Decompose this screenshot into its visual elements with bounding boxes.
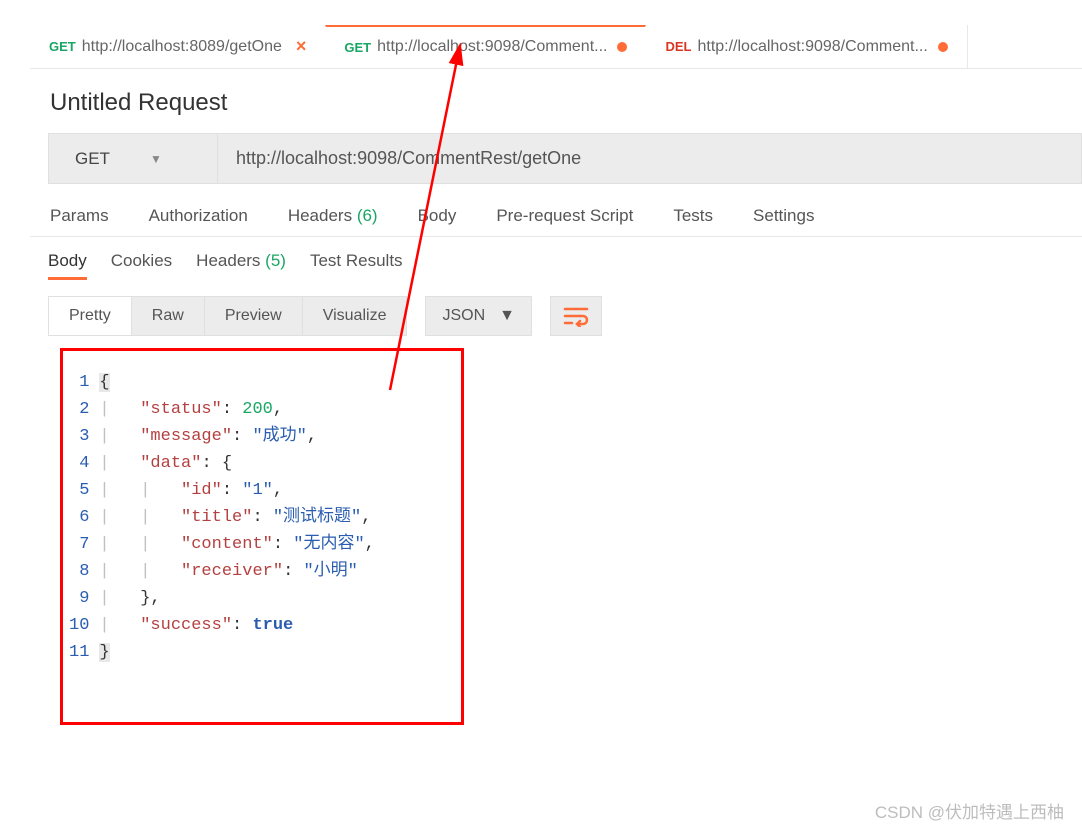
line-num: 8 xyxy=(69,558,89,585)
tab-label: http://localhost:9098/Comment... xyxy=(377,38,607,56)
line-num: 3 xyxy=(69,423,89,450)
format-select[interactable]: JSON ▼ xyxy=(425,296,532,336)
line-num: 7 xyxy=(69,531,89,558)
resp-tab-headers[interactable]: Headers (5) xyxy=(196,251,286,280)
headers-count-badge: (6) xyxy=(357,206,378,225)
unsaved-dot-icon xyxy=(938,42,948,52)
view-preview-button[interactable]: Preview xyxy=(205,297,303,335)
line-num: 4 xyxy=(69,450,89,477)
tab-request-0[interactable]: GET http://localhost:8089/getOne × xyxy=(30,25,325,68)
url-bar: GET ▼ http://localhost:9098/CommentRest/… xyxy=(48,133,1082,184)
format-select-value: JSON xyxy=(442,307,485,325)
wrap-icon xyxy=(563,305,589,327)
line-num: 6 xyxy=(69,504,89,531)
tab-tests[interactable]: Tests xyxy=(673,206,713,226)
line-num: 5 xyxy=(69,477,89,504)
method-select[interactable]: GET ▼ xyxy=(48,133,218,184)
code-content[interactable]: 1 2 3 4 5 6 7 8 9 10 11 { | "status": 20… xyxy=(63,351,461,666)
view-raw-button[interactable]: Raw xyxy=(132,297,205,335)
watermark: CSDN @伏加特遇上西柚 xyxy=(875,798,1064,823)
resp-headers-count-badge: (5) xyxy=(265,251,286,270)
line-num: 1 xyxy=(69,369,89,396)
view-pretty-button[interactable]: Pretty xyxy=(49,297,132,335)
tabs-overflow[interactable] xyxy=(967,25,995,68)
wrap-lines-button[interactable] xyxy=(550,296,602,336)
resp-tab-test-results[interactable]: Test Results xyxy=(310,251,403,280)
chevron-down-icon: ▼ xyxy=(499,307,515,325)
tab-headers-label: Headers xyxy=(288,206,352,225)
method-badge: DEL xyxy=(665,39,691,54)
unsaved-dot-icon xyxy=(617,42,627,52)
response-section-tabs: Body Cookies Headers (5) Test Results xyxy=(30,237,1082,288)
response-body: 1 2 3 4 5 6 7 8 9 10 11 { | "status": 20… xyxy=(60,348,464,725)
tab-params[interactable]: Params xyxy=(50,206,109,226)
tab-prerequest[interactable]: Pre-request Script xyxy=(496,206,633,226)
tab-label: http://localhost:8089/getOne xyxy=(82,38,282,56)
request-section-tabs: Params Authorization Headers (6) Body Pr… xyxy=(30,184,1082,237)
tab-request-1[interactable]: GET http://localhost:9098/Comment... xyxy=(325,25,646,68)
line-num: 11 xyxy=(69,639,89,666)
line-gutter: 1 2 3 4 5 6 7 8 9 10 11 xyxy=(63,369,99,666)
tab-body[interactable]: Body xyxy=(418,206,457,226)
json-code: { | "status": 200, | "message": "成功", | … xyxy=(99,369,374,666)
view-mode-group: Pretty Raw Preview Visualize xyxy=(48,296,407,336)
line-num: 10 xyxy=(69,612,89,639)
tab-request-2[interactable]: DEL http://localhost:9098/Comment... xyxy=(646,25,966,68)
resp-tab-body[interactable]: Body xyxy=(48,251,87,280)
line-num: 2 xyxy=(69,396,89,423)
resp-tab-headers-label: Headers xyxy=(196,251,260,270)
method-select-value: GET xyxy=(75,149,110,169)
request-tabs-bar: GET http://localhost:8089/getOne × GET h… xyxy=(30,25,1082,69)
resp-tab-cookies[interactable]: Cookies xyxy=(111,251,172,280)
request-title: Untitled Request xyxy=(30,69,1082,133)
method-badge: GET xyxy=(344,40,371,55)
view-visualize-button[interactable]: Visualize xyxy=(303,297,407,335)
url-input[interactable]: http://localhost:9098/CommentRest/getOne xyxy=(218,133,1082,184)
tab-authorization[interactable]: Authorization xyxy=(149,206,248,226)
close-icon[interactable]: × xyxy=(296,36,307,57)
method-badge: GET xyxy=(49,39,76,54)
line-num: 9 xyxy=(69,585,89,612)
chevron-down-icon: ▼ xyxy=(150,152,162,166)
tab-label: http://localhost:9098/Comment... xyxy=(697,38,927,56)
app-root: GET http://localhost:8089/getOne × GET h… xyxy=(0,0,1082,725)
view-controls: Pretty Raw Preview Visualize JSON ▼ xyxy=(30,288,1082,336)
tab-settings[interactable]: Settings xyxy=(753,206,814,226)
tab-headers[interactable]: Headers (6) xyxy=(288,206,378,226)
